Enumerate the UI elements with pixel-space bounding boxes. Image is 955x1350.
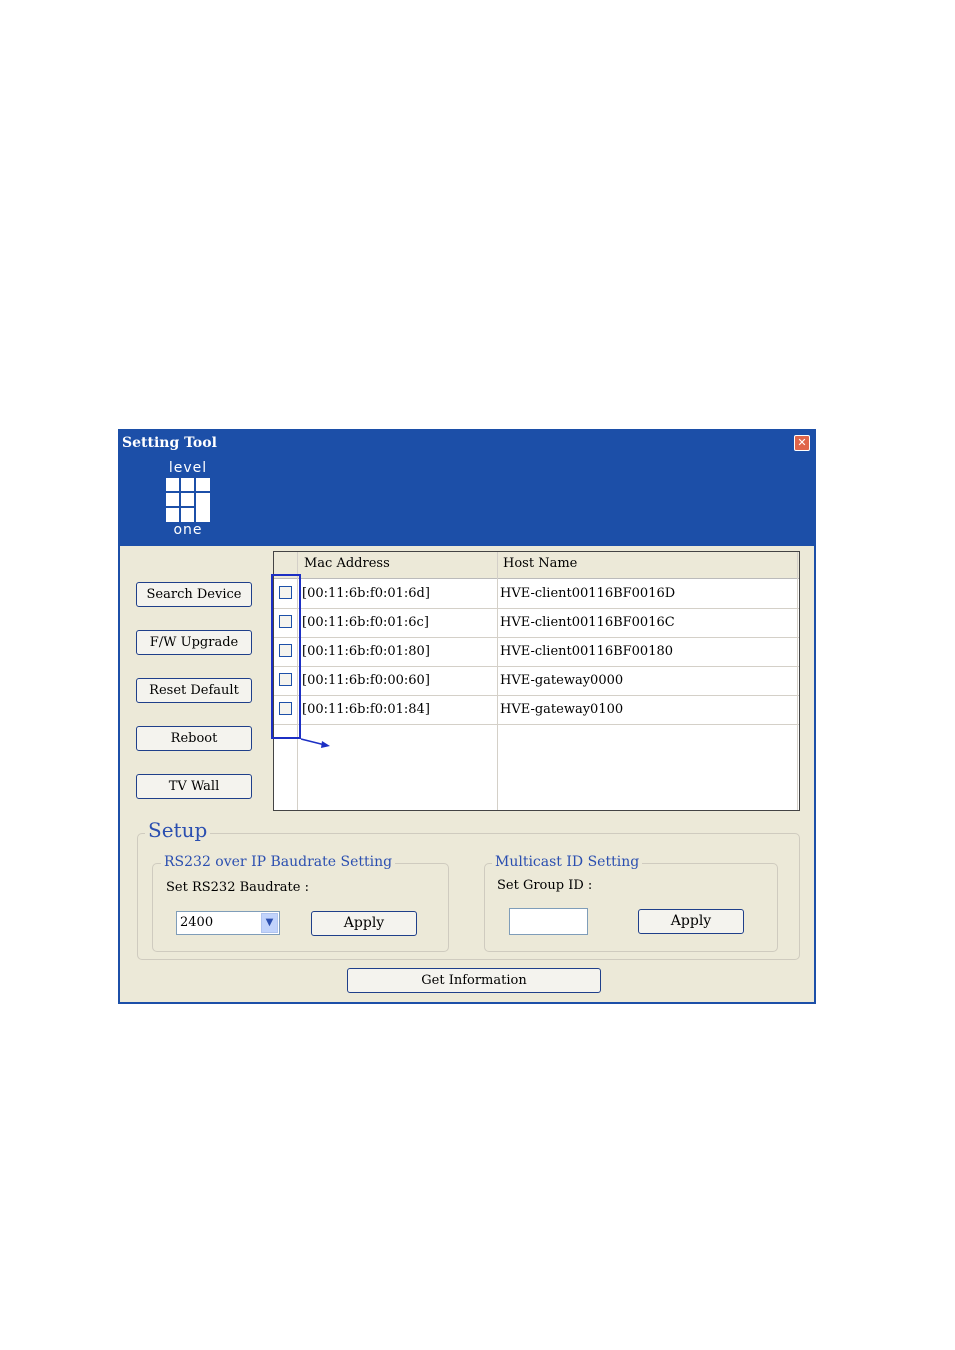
group-id-input[interactable] xyxy=(509,908,588,935)
baudrate-select[interactable]: 2400 ▼ xyxy=(176,911,280,935)
mac-address: [00:11:6b:f0:01:6d] xyxy=(302,586,430,601)
rs232-group-title: RS232 over IP Baudrate Setting xyxy=(161,854,396,870)
annotation-arrow-icon xyxy=(300,738,330,748)
device-list[interactable]: Mac Address Host Name [00:11:6b:f0:01:6d… xyxy=(273,551,800,811)
window-title: Setting Tool xyxy=(122,435,217,451)
title-bar[interactable]: Setting Tool ✕ xyxy=(120,431,814,455)
mac-address: [00:11:6b:f0:01:80] xyxy=(302,644,430,659)
host-name: HVE-client00116BF00180 xyxy=(500,644,674,659)
mac-address: [00:11:6b:f0:00:60] xyxy=(302,673,430,688)
column-header-mac[interactable]: Mac Address xyxy=(304,556,390,571)
logo-top-text: level xyxy=(168,460,208,476)
multicast-group-title: Multicast ID Setting xyxy=(492,854,643,870)
reset-default-button[interactable]: Reset Default xyxy=(136,678,252,703)
chevron-down-icon[interactable]: ▼ xyxy=(261,913,278,933)
host-name: HVE-gateway0000 xyxy=(500,673,624,688)
rs232-baudrate-label: Set RS232 Baudrate : xyxy=(166,880,309,895)
fw-upgrade-button[interactable]: F/W Upgrade xyxy=(136,630,252,655)
setup-group: Setup RS232 over IP Baudrate Setting Set… xyxy=(137,818,800,960)
close-icon[interactable]: ✕ xyxy=(794,435,810,451)
logo-grid-icon xyxy=(166,478,210,522)
mac-address: [00:11:6b:f0:01:6c] xyxy=(302,615,429,630)
reboot-button[interactable]: Reboot xyxy=(136,726,252,751)
column-header-host[interactable]: Host Name xyxy=(503,556,577,571)
search-device-button[interactable]: Search Device xyxy=(136,582,252,607)
checkbox-column-highlight xyxy=(271,574,301,739)
setting-tool-window: Setting Tool ✕ level one Search Device F… xyxy=(118,429,816,1004)
host-name: HVE-client00116BF0016D xyxy=(500,586,676,601)
table-row[interactable]: [00:11:6b:f0:01:80] HVE-client00116BF001… xyxy=(274,637,799,667)
table-row[interactable]: [00:11:6b:f0:00:60] HVE-gateway0000 xyxy=(274,666,799,696)
rs232-apply-button[interactable]: Apply xyxy=(311,911,417,936)
mac-address: [00:11:6b:f0:01:84] xyxy=(302,702,430,717)
logo-bottom-text: one xyxy=(173,522,203,538)
host-name: HVE-gateway0100 xyxy=(500,702,624,717)
baudrate-value: 2400 xyxy=(180,915,214,930)
multicast-group: Multicast ID Setting Set Group ID : Appl… xyxy=(484,854,778,952)
multicast-apply-button[interactable]: Apply xyxy=(638,909,744,934)
group-id-label: Set Group ID : xyxy=(497,878,593,893)
tv-wall-button[interactable]: TV Wall xyxy=(136,774,252,799)
header-banner: level one xyxy=(120,455,814,546)
setup-title: Setup xyxy=(145,818,211,842)
levelone-logo: level one xyxy=(164,461,212,539)
table-row[interactable]: [00:11:6b:f0:01:6c] HVE-client00116BF001… xyxy=(274,608,799,638)
device-list-header: Mac Address Host Name xyxy=(274,552,799,579)
rs232-group: RS232 over IP Baudrate Setting Set RS232… xyxy=(152,854,449,952)
table-row[interactable]: [00:11:6b:f0:01:84] HVE-gateway0100 xyxy=(274,695,799,725)
get-information-button[interactable]: Get Information xyxy=(347,968,601,993)
table-row[interactable]: [00:11:6b:f0:01:6d] HVE-client00116BF001… xyxy=(274,579,799,609)
host-name: HVE-client00116BF0016C xyxy=(500,615,675,630)
